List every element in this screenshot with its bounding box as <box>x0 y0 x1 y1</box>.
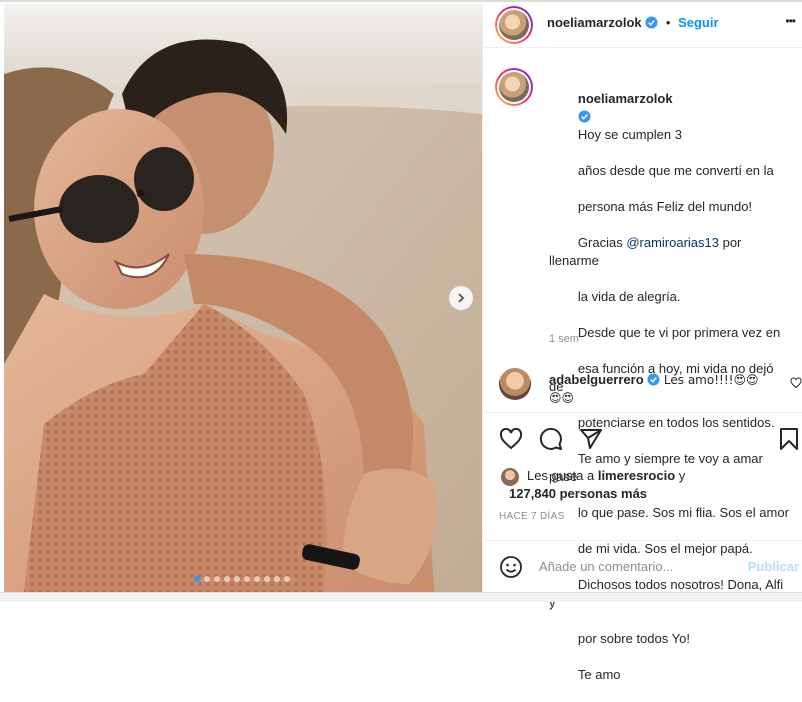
verified-badge-icon <box>647 373 660 386</box>
more-options-icon[interactable]: ••• <box>785 14 796 28</box>
add-comment-bar: Añade un comentario... Publicar <box>483 540 802 592</box>
caption-line: por sobre todos Yo! <box>577 631 690 646</box>
caption-username[interactable]: noeliamarzolok <box>578 91 673 106</box>
post-photo[interactable] <box>4 4 482 592</box>
verified-badge-icon <box>578 110 591 123</box>
commenter-username[interactable]: adabelguerrero <box>549 372 644 387</box>
caption-line: lo que pase. Sos mi flia. Sos el amor <box>577 505 789 520</box>
caption-line: la vida de alegría. <box>577 289 681 304</box>
commenter-avatar[interactable] <box>499 368 531 400</box>
smiley-icon[interactable] <box>499 555 523 579</box>
instagram-post-window: noeliamarzolok • Seguir ••• noeliamarzol… <box>0 0 802 682</box>
follow-separator: • <box>665 15 671 30</box>
chevron-right-icon <box>458 293 465 303</box>
likes-prefix: Les gusta a <box>527 468 598 483</box>
carousel-dot[interactable] <box>284 576 290 582</box>
caption-line: Desde que te vi por primera vez en <box>577 325 781 340</box>
mention-link[interactable]: @ramiroarias13 <box>626 235 719 250</box>
caption-line: Gracias <box>577 235 627 250</box>
comment-text-continued: 😍😍 <box>549 391 575 405</box>
small-heart-icon[interactable] <box>790 377 802 389</box>
carousel-dot[interactable] <box>274 576 280 582</box>
heart-icon[interactable] <box>499 427 523 451</box>
publish-button[interactable]: Publicar <box>748 559 799 574</box>
author-username[interactable]: noeliamarzolok <box>547 15 642 30</box>
carousel-dot[interactable] <box>244 576 250 582</box>
carousel-dot[interactable] <box>234 576 240 582</box>
caption-timestamp[interactable]: 1 sem <box>549 333 579 345</box>
next-slide-button[interactable] <box>449 286 473 310</box>
comment-input[interactable]: Añade un comentario... <box>539 559 673 574</box>
carousel-dot[interactable] <box>214 576 220 582</box>
comment-text: Les amo!!!!😍😍 <box>663 373 759 387</box>
comment-item: adabelguerrero Les amo!!!!😍😍 😍😍 <box>549 371 781 407</box>
author-avatar[interactable] <box>495 6 533 44</box>
liker-username[interactable]: limeresrocio <box>598 468 675 483</box>
carousel-dot[interactable] <box>204 576 210 582</box>
sunglasses-left-lens <box>59 175 139 243</box>
action-bar <box>483 412 802 462</box>
likes-count[interactable]: 127,840 personas más <box>509 485 647 503</box>
caption-line: Hoy se cumplen 3 <box>577 127 682 142</box>
verified-badge-icon <box>645 16 658 29</box>
post-side-panel: noeliamarzolok • Seguir ••• noeliamarzol… <box>482 0 802 682</box>
photo-illustration <box>4 4 482 592</box>
caption-line: Te amo <box>577 667 621 682</box>
follow-button[interactable]: Seguir <box>678 15 718 30</box>
carousel-indicator <box>194 576 290 582</box>
window-bottom-bar <box>0 592 802 602</box>
carousel-dot[interactable] <box>264 576 270 582</box>
paper-plane-icon[interactable] <box>579 427 603 451</box>
liker-avatar[interactable] <box>501 468 519 486</box>
bookmark-icon[interactable] <box>779 427 799 451</box>
carousel-dot[interactable] <box>224 576 230 582</box>
likes-text: Les gusta a limeresrocio y <box>527 467 685 485</box>
comment-bubble-icon[interactable] <box>539 427 563 451</box>
header-author-row: noeliamarzolok • Seguir <box>547 15 719 30</box>
caption-avatar[interactable] <box>495 68 533 106</box>
carousel-dot[interactable] <box>194 576 200 582</box>
caption-line: años desde que me convertí en la <box>577 163 774 178</box>
sunglasses-right-lens <box>134 147 194 211</box>
caption-line: persona más Feliz del mundo! <box>577 199 753 214</box>
post-header: noeliamarzolok • Seguir ••• <box>483 0 802 48</box>
carousel-dot[interactable] <box>254 576 260 582</box>
likes-conjunction: y <box>675 468 686 483</box>
post-date[interactable]: HACE 7 DÍAS <box>499 511 565 522</box>
